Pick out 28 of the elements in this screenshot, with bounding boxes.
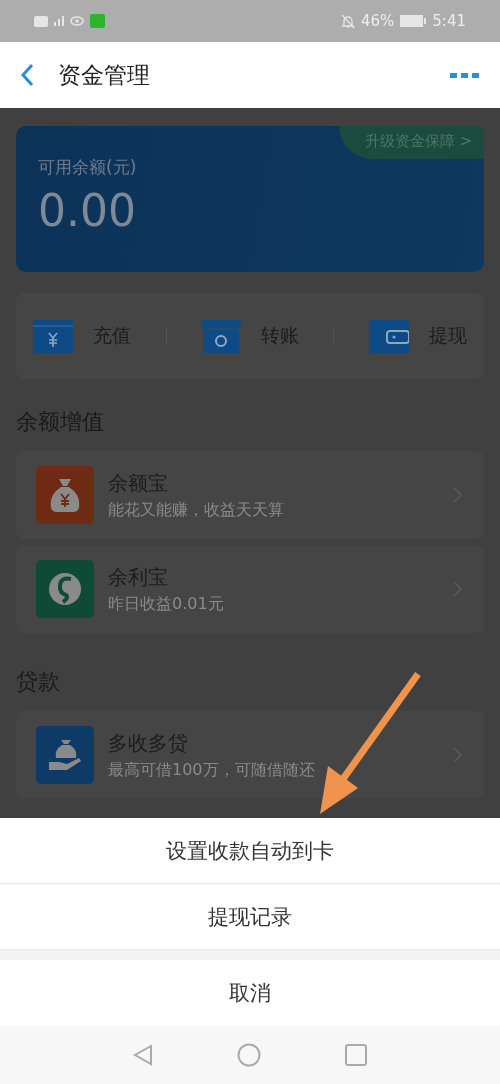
back-icon[interactable] [20, 63, 34, 87]
eye-icon [70, 16, 84, 26]
sheet-option[interactable]: 提现记录 [0, 884, 500, 950]
battery-icon [400, 15, 427, 27]
money-bag-icon [49, 477, 81, 513]
wallet-icon [368, 319, 409, 353]
battery-percent: 46% [360, 12, 395, 30]
balance-amount: 0.00 [38, 185, 137, 236]
yuan-card-icon [33, 319, 74, 353]
product-subtitle: 最高可借100万，可随借随还 [108, 759, 316, 781]
nav-recents-icon[interactable] [345, 1044, 367, 1066]
signal-icon [54, 16, 64, 26]
clock: 5:41 [432, 12, 466, 30]
nav-home-icon[interactable] [237, 1043, 261, 1067]
mute-bell-icon [340, 13, 355, 29]
balance-label: 可用余额(元) [38, 156, 138, 179]
more-icon[interactable] [450, 71, 480, 79]
nav-back-icon[interactable] [133, 1044, 153, 1066]
swirl-icon [48, 572, 82, 606]
cancel-button[interactable]: 取消 [0, 960, 500, 1026]
product-subtitle: 能花又能赚，收益天天算 [108, 499, 285, 521]
store-icon [200, 319, 241, 353]
hd-icon [34, 15, 48, 27]
hand-money-icon [47, 738, 83, 772]
app-notification-icon [90, 14, 105, 28]
sheet-option[interactable]: 设置收款自动到卡 [0, 818, 500, 884]
page-title: 资金管理 [58, 60, 150, 90]
product-subtitle: 昨日收益0.01元 [108, 593, 225, 615]
